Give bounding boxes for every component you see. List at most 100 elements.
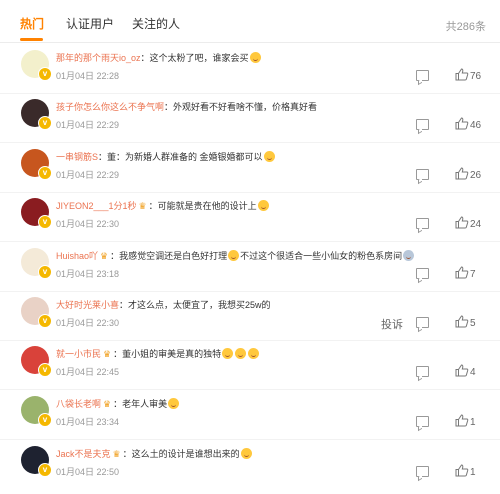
reply-icon[interactable] bbox=[416, 466, 429, 477]
comment-time: 01月04日 23:34 bbox=[56, 417, 120, 427]
laugh-emoji bbox=[222, 348, 234, 359]
comment-separator: ： bbox=[148, 201, 158, 211]
comment-text: 外观好看不好看啥不懂，价格真好看 bbox=[173, 102, 318, 112]
comment-item: v 大好时光莱小喜：才这么点，太便宜了，我想买25w的 01月04日 22:30 投诉… bbox=[0, 297, 500, 345]
comment-divider bbox=[0, 192, 500, 193]
comment-time: 01月04日 22:50 bbox=[56, 467, 120, 477]
like-thumb-icon[interactable] bbox=[455, 117, 469, 130]
tab-hot[interactable]: 热门 bbox=[20, 17, 44, 31]
comment-content: 就一小市民 ♛ ：董小姐的审美是真的独特 bbox=[56, 348, 260, 361]
reply-icon[interactable] bbox=[416, 70, 429, 81]
like-count: 76 bbox=[470, 71, 482, 82]
reply-icon[interactable] bbox=[416, 119, 429, 130]
cry-emoji bbox=[403, 250, 415, 261]
smile-emoji bbox=[168, 398, 180, 409]
like-count: 1 bbox=[470, 467, 476, 478]
comment-username[interactable]: 孩子你怎么你这么不争气啊 bbox=[56, 102, 164, 112]
comment-content: 一串钢筋S：董：为新婚人群准备的 金婚银婚都可以 bbox=[56, 151, 276, 164]
like-thumb-icon[interactable] bbox=[455, 464, 469, 477]
like-thumb-icon[interactable] bbox=[455, 266, 469, 279]
like-thumb-icon[interactable] bbox=[455, 364, 469, 377]
crown-icon: ♛ bbox=[103, 349, 112, 359]
comment-divider bbox=[0, 142, 500, 143]
crown-icon: ♛ bbox=[112, 449, 121, 459]
comment-text-continued: 不过这个很适合一些小仙女的粉色系房间 bbox=[240, 251, 403, 261]
comment-item: v JIYEON2___1分1秒 ♛ ：可能就是贵在他的设计上 01月04日 22:30… bbox=[0, 198, 500, 246]
laugh-emoji bbox=[249, 52, 261, 63]
smile-emoji bbox=[263, 151, 275, 162]
comment-text: 我感觉空调还是白色好打理 bbox=[119, 251, 228, 261]
comment-total-count: 共286条 bbox=[445, 21, 486, 33]
comment-divider bbox=[0, 340, 500, 341]
comment-item: v 就一小市民 ♛ ：董小姐的审美是真的独特 01月04日 22:45 4 bbox=[0, 346, 500, 394]
comment-time: 01月04日 22:29 bbox=[56, 120, 120, 130]
like-count: 24 bbox=[470, 219, 482, 230]
reply-icon[interactable] bbox=[416, 218, 429, 229]
comment-username[interactable]: 那年的那个雨天io_oz bbox=[56, 53, 141, 63]
like-count: 5 bbox=[470, 318, 476, 329]
verified-badge-icon: v bbox=[38, 463, 52, 477]
comment-divider bbox=[0, 241, 500, 242]
comment-text: 这个太粉了吧，谁家会买 bbox=[149, 53, 249, 63]
like-thumb-icon[interactable] bbox=[455, 414, 469, 427]
comment-separator: ： bbox=[110, 251, 120, 261]
comment-item: v Huishao吖 ♛ ：我感觉空调还是白色好打理 不过这个很适合一些小仙女的粉色系房… bbox=[0, 248, 500, 296]
comment-time: 01月04日 23:18 bbox=[56, 269, 120, 279]
like-count: 26 bbox=[470, 170, 482, 181]
comment-separator: ： bbox=[113, 349, 123, 359]
comment-username[interactable]: Jack不是夫克 bbox=[56, 449, 111, 459]
comment-text: 这么土的设计是谁想出来的 bbox=[131, 449, 240, 459]
verified-badge-icon: v bbox=[38, 314, 52, 328]
comment-separator: ： bbox=[98, 152, 108, 162]
comment-content: 大好时光莱小喜：才这么点，太便宜了，我想买25w的 bbox=[56, 299, 271, 312]
report-link[interactable]: 投诉 bbox=[381, 316, 403, 332]
comment-item: v 一串钢筋S：董：为新婚人群准备的 金婚银婚都可以 01月04日 22:29 26 bbox=[0, 149, 500, 197]
comment-username[interactable]: 大好时光莱小喜 bbox=[56, 300, 119, 310]
verified-badge-icon: v bbox=[38, 116, 52, 130]
comment-content: JIYEON2___1分1秒 ♛ ：可能就是贵在他的设计上 bbox=[56, 200, 270, 213]
comment-text: 董：为新婚人群准备的 金婚银婚都可以 bbox=[107, 152, 263, 162]
like-count: 7 bbox=[470, 269, 476, 280]
like-thumb-icon[interactable] bbox=[455, 167, 469, 180]
comment-separator: ： bbox=[164, 102, 174, 112]
comment-username[interactable]: JIYEON2___1分1秒 bbox=[56, 201, 137, 211]
comment-content: Jack不是夫克 ♛ ：这么土的设计是谁想出来的 bbox=[56, 448, 253, 461]
active-tab-indicator bbox=[20, 38, 43, 41]
like-thumb-icon[interactable] bbox=[455, 315, 469, 328]
comment-text: 可能就是贵在他的设计上 bbox=[157, 201, 257, 211]
comment-username[interactable]: 一串钢筋S bbox=[56, 152, 98, 162]
comment-separator: ： bbox=[119, 300, 129, 310]
reply-icon[interactable] bbox=[416, 169, 429, 180]
comment-time: 01月04日 22:28 bbox=[56, 71, 120, 81]
comment-divider bbox=[0, 389, 500, 390]
comment-content: 八袋长老啊 ♛ ：老年人审美 bbox=[56, 398, 180, 411]
verified-badge-icon: v bbox=[38, 265, 52, 279]
tab-verified-users[interactable]: 认证用户 bbox=[66, 17, 114, 31]
comment-username[interactable]: 就一小市民 bbox=[56, 349, 101, 359]
comment-content: 孩子你怎么你这么不争气啊：外观好看不好看啥不懂，价格真好看 bbox=[56, 101, 317, 114]
comment-username[interactable]: 八袋长老啊 bbox=[56, 399, 101, 409]
comment-text: 才这么点，太便宜了，我想买25w的 bbox=[128, 300, 271, 310]
crown-icon: ♛ bbox=[138, 201, 147, 211]
comment-username[interactable]: Huishao吖 bbox=[56, 251, 98, 261]
comment-divider bbox=[0, 291, 500, 292]
crown-icon: ♛ bbox=[103, 399, 112, 409]
reply-icon[interactable] bbox=[416, 366, 429, 377]
reply-icon[interactable] bbox=[416, 416, 429, 427]
verified-badge-icon: v bbox=[38, 67, 52, 81]
smile-emoji bbox=[257, 200, 269, 211]
comment-divider bbox=[0, 93, 500, 94]
verified-badge-icon: v bbox=[38, 166, 52, 180]
like-thumb-icon[interactable] bbox=[455, 216, 469, 229]
like-thumb-icon[interactable] bbox=[455, 68, 469, 81]
verified-badge-icon: v bbox=[38, 413, 52, 427]
laugh-emoji bbox=[240, 448, 252, 459]
reply-icon[interactable] bbox=[416, 317, 429, 328]
comment-separator: ： bbox=[140, 53, 150, 63]
comment-divider bbox=[0, 439, 500, 440]
tab-following[interactable]: 关注的人 bbox=[132, 17, 180, 31]
verified-badge-icon: v bbox=[38, 215, 52, 229]
comment-time: 01月04日 22:30 bbox=[56, 219, 120, 229]
reply-icon[interactable] bbox=[416, 268, 429, 279]
comment-text: 董小姐的审美是真的独特 bbox=[122, 349, 222, 359]
